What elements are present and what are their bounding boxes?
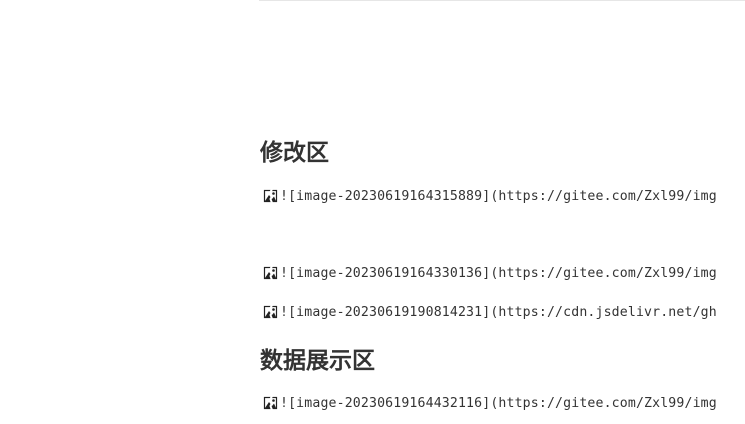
- broken-image-icon: [263, 188, 279, 204]
- image-markdown-text: ![image-20230619164330136](https://gitee…: [280, 265, 717, 281]
- image-markdown-text: ![image-20230619190814231](https://cdn.j…: [280, 304, 717, 320]
- broken-image-link[interactable]: ![image-20230619164432116](https://gitee…: [260, 393, 717, 413]
- broken-image-link[interactable]: ![image-20230619190814231](https://cdn.j…: [260, 302, 717, 322]
- image-markdown-text: ![image-20230619164432116](https://gitee…: [280, 395, 717, 411]
- broken-image-link[interactable]: ![image-20230619164315889](https://gitee…: [260, 186, 717, 206]
- section-heading-modify: 修改区: [260, 140, 329, 166]
- document-content: 修改区 ![image-20230619164315889](https://g…: [260, 0, 745, 424]
- broken-image-link[interactable]: ![image-20230619164330136](https://gitee…: [260, 263, 717, 283]
- broken-image-icon: [263, 304, 279, 320]
- section-heading-data-display: 数据展示区: [260, 348, 375, 374]
- image-markdown-text: ![image-20230619164315889](https://gitee…: [280, 188, 717, 204]
- broken-image-icon: [263, 395, 279, 411]
- broken-image-icon: [263, 265, 279, 281]
